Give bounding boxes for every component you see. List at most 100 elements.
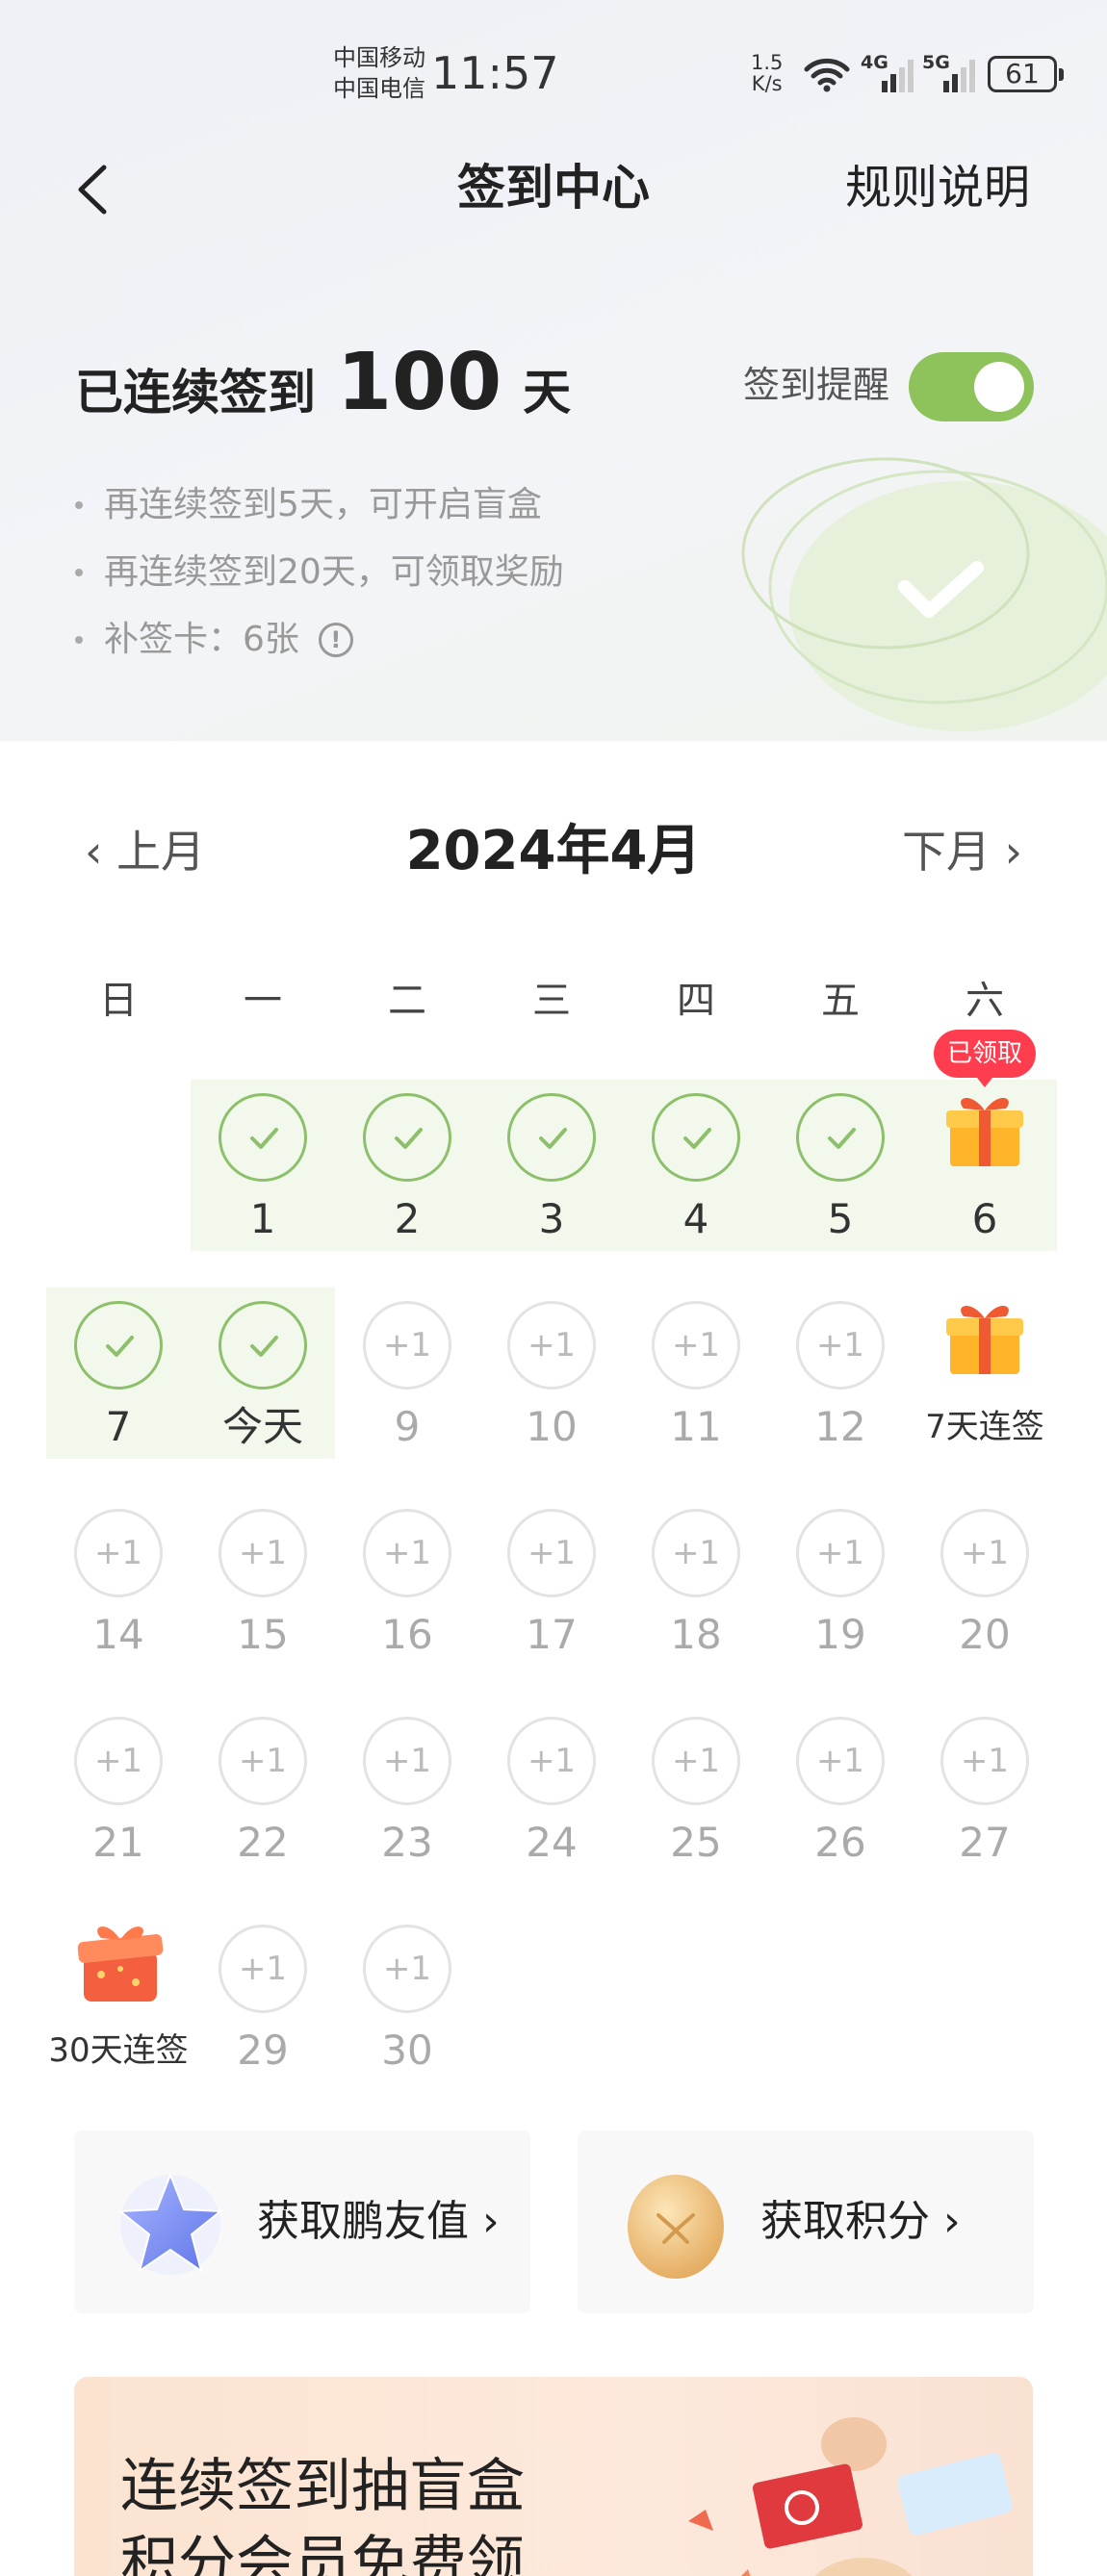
calendar-day-cell[interactable]: +1 29 <box>191 1909 335 2102</box>
carrier-names: 中国移动 中国电信 <box>333 42 425 104</box>
chevron-right-icon: › <box>943 2197 961 2246</box>
status-bar: 中国移动 中国电信 11:57 1.5 K/s 4G 5G 61 <box>0 0 1107 144</box>
sim2-type: 5G <box>922 52 950 73</box>
info-icon[interactable]: ! <box>318 623 353 657</box>
points-text: 获取积分 <box>760 2197 930 2246</box>
calendar-day-cell[interactable]: +1 17 <box>479 1493 624 1686</box>
signed-in-check-circle <box>507 1093 596 1182</box>
calendar-day-cell[interactable]: +1 30 <box>335 1909 479 2102</box>
gift-box-icon <box>946 1097 1023 1166</box>
toggle-knob <box>974 362 1024 412</box>
get-points-card[interactable]: 获取积分 › <box>578 2130 1034 2313</box>
signal-sim1-icon: 4G <box>861 52 922 94</box>
crystal-star-icon <box>117 2172 223 2275</box>
calendar-day-cell[interactable]: 今天 <box>191 1286 335 1478</box>
header-hero: 中国移动 中国电信 11:57 1.5 K/s 4G 5G 61 签到中心 规则… <box>0 0 1107 741</box>
day-label: 26 <box>814 1819 866 1866</box>
tips-list: 再连续签到5天，可开启盲盒 再连续签到20天，可领取奖励 补签卡：6张! <box>75 472 564 674</box>
streak-days: 100 <box>337 337 502 428</box>
chevron-right-icon: › <box>1004 826 1022 878</box>
reminder-toggle[interactable] <box>909 352 1034 421</box>
calendar-day-cell[interactable]: 5 <box>768 1078 913 1270</box>
calendar-day-cell[interactable]: +1 14 <box>46 1493 191 1686</box>
calendar-day-cell[interactable]: +1 11 <box>624 1286 768 1478</box>
calendar-week-row: 30天连签 +1 29 +1 30 <box>46 1909 1057 2117</box>
calendar-day-cell[interactable]: 7天连签 <box>913 1286 1057 1478</box>
plus-one-circle: +1 <box>219 1925 307 2013</box>
calendar-day-cell[interactable]: 已领取 6 <box>913 1030 1057 1270</box>
calendar-day-cell[interactable]: +1 22 <box>191 1701 335 1894</box>
day-label: 9 <box>394 1403 421 1450</box>
calendar-day-cell[interactable]: +1 16 <box>335 1493 479 1686</box>
day-label: 6 <box>971 1195 998 1242</box>
sim1-type: 4G <box>861 52 888 73</box>
calendar-day-cell[interactable]: +1 9 <box>335 1286 479 1478</box>
signal-sim2-icon: 5G <box>922 52 984 94</box>
plus-one-circle: +1 <box>219 1717 307 1805</box>
day-label: 10 <box>526 1403 578 1450</box>
chevron-right-icon: › <box>482 2197 500 2246</box>
calendar-day-cell[interactable]: +1 15 <box>191 1493 335 1686</box>
day-label: 11 <box>670 1403 722 1450</box>
day-label: 15 <box>237 1611 289 1658</box>
day-label: 29 <box>237 2027 289 2074</box>
claimed-badge: 已领取 <box>934 1030 1036 1087</box>
day-label: 22 <box>237 1819 289 1866</box>
blind-box-banner[interactable]: 连续签到抽盲盒 积分会员免费领 <box>74 2377 1033 2576</box>
streak-prefix: 已连续签到 <box>75 365 316 421</box>
mystery-box-icon <box>77 1926 164 2002</box>
signed-in-check-circle <box>796 1093 885 1182</box>
rewards-illustration <box>688 2417 1013 2576</box>
calendar-day-cell[interactable]: 1 <box>191 1078 335 1270</box>
calendar-day-cell[interactable]: +1 26 <box>768 1701 913 1894</box>
plus-one-circle: +1 <box>940 1717 1029 1805</box>
calendar-day-cell[interactable]: +1 21 <box>46 1701 191 1894</box>
calendar-day-cell[interactable]: +1 18 <box>624 1493 768 1686</box>
day-label: 14 <box>92 1611 144 1658</box>
check-icon <box>250 1128 278 1149</box>
day-label: 30 <box>381 2027 433 2074</box>
rules-button[interactable]: 规则说明 <box>845 154 1030 221</box>
plus-one-circle: +1 <box>796 1301 885 1390</box>
plus-one-circle: +1 <box>363 1925 451 2013</box>
calendar-day-cell[interactable]: +1 10 <box>479 1286 624 1478</box>
next-month-button[interactable]: 下月 › <box>902 818 1022 885</box>
day-label: 7天连签 <box>925 1408 1044 1446</box>
calendar-day-cell[interactable]: 3 <box>479 1078 624 1270</box>
plus-one-circle: +1 <box>363 1717 451 1805</box>
plus-one-circle: +1 <box>796 1509 885 1597</box>
status-time: 11:57 <box>431 47 559 99</box>
day-label: 27 <box>959 1819 1011 1866</box>
carrier-2: 中国电信 <box>333 75 425 102</box>
calendar-day-cell[interactable]: +1 19 <box>768 1493 913 1686</box>
day-label: 今天 <box>221 1403 303 1450</box>
weekday-header: 日 一 二 三 四 五 六 <box>46 962 1057 1039</box>
calendar-day-cell[interactable]: 30天连签 <box>46 1909 191 2102</box>
calendar-day-cell[interactable]: 2 <box>335 1078 479 1270</box>
calendar-day-cell[interactable]: +1 24 <box>479 1701 624 1894</box>
check-icon <box>539 1128 567 1149</box>
calendar-day-cell[interactable]: +1 23 <box>335 1701 479 1894</box>
get-friend-value-card[interactable]: 获取鹏友值 › <box>74 2130 530 2313</box>
banner-line-2: 积分会员免费领 <box>120 2530 525 2576</box>
calendar-day-cell[interactable]: +1 12 <box>768 1286 913 1478</box>
day-label: 30天连签 <box>48 2031 189 2070</box>
calendar-day-cell[interactable]: +1 27 <box>913 1701 1057 1894</box>
checkmark-coin-decoration <box>741 457 1107 731</box>
tip-text: 补签卡：6张 <box>104 620 299 659</box>
day-label: 12 <box>814 1403 866 1450</box>
battery-icon: 61 <box>988 56 1064 92</box>
signed-in-check-circle <box>219 1093 307 1182</box>
calendar-day-cell[interactable]: +1 20 <box>913 1493 1057 1686</box>
plus-one-circle: +1 <box>940 1509 1029 1597</box>
weekday-label: 六 <box>965 979 1004 1023</box>
signed-in-check-circle <box>74 1301 163 1390</box>
gold-coin-icon <box>628 2175 724 2279</box>
tip-item: 再连续签到5天，可开启盲盒 <box>75 472 564 539</box>
calendar-day-cell[interactable]: 4 <box>624 1078 768 1270</box>
weekday-label: 三 <box>532 979 571 1023</box>
calendar-day-cell[interactable]: 7 <box>46 1286 191 1478</box>
calendar-day-cell[interactable]: +1 25 <box>624 1701 768 1894</box>
next-month-label: 下月 <box>901 826 991 878</box>
day-label: 17 <box>526 1611 578 1658</box>
